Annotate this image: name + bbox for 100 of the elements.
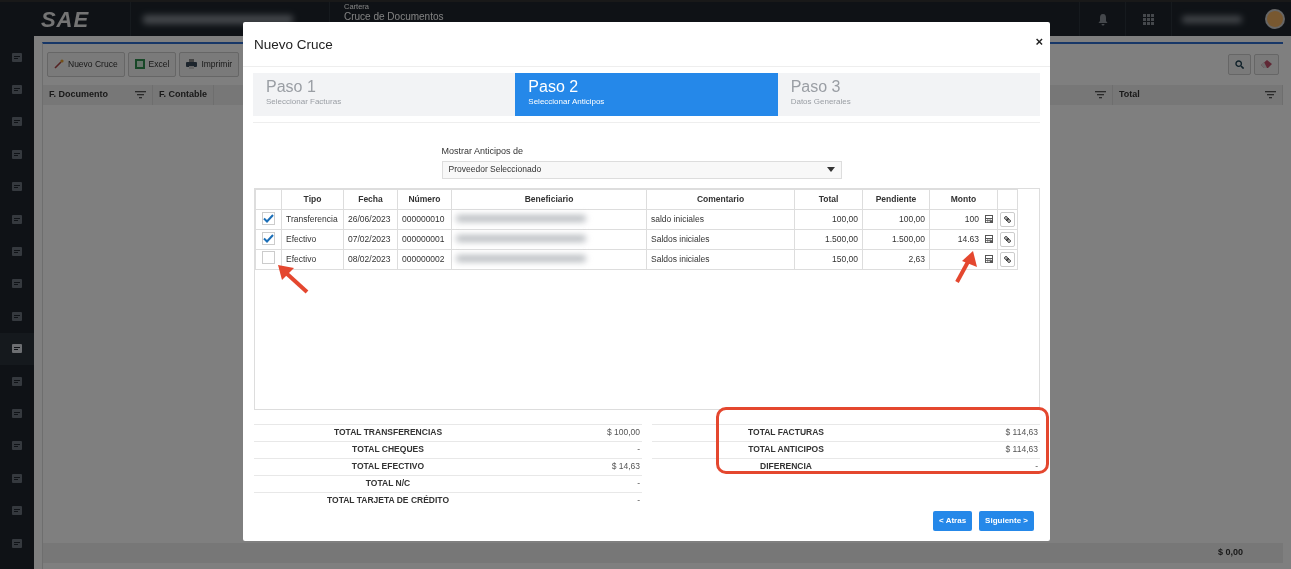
- wand-icon: [54, 59, 64, 70]
- table-cell: 1.500,00: [891, 233, 925, 244]
- link-icon: [1004, 255, 1011, 263]
- total-value: $ 14,63: [610, 460, 641, 473]
- table-cell: 000000002: [402, 253, 445, 264]
- column-header: Total: [818, 193, 839, 204]
- next-button[interactable]: Siguiente >: [979, 511, 1034, 531]
- list-icon[interactable]: [12, 473, 22, 483]
- search-icon: [1235, 59, 1244, 69]
- table-cell: 150,00: [832, 253, 858, 264]
- total-value: -: [636, 494, 641, 507]
- list-icon[interactable]: [12, 247, 22, 257]
- total-value: $ 114,63: [1004, 426, 1039, 439]
- toolbar-button[interactable]: Imprimir: [179, 52, 240, 77]
- list-icon[interactable]: [12, 506, 22, 516]
- table-cell: Saldos iniciales: [651, 233, 710, 244]
- filter-icon[interactable]: [135, 90, 146, 99]
- caret-icon: [826, 167, 835, 172]
- column-header: Pendiente: [875, 193, 917, 204]
- filter-icon[interactable]: [1265, 90, 1276, 99]
- redacted-text: [1182, 15, 1242, 23]
- grid-total: $ 0,00: [1217, 546, 1243, 560]
- list-icon[interactable]: [12, 376, 22, 386]
- list-icon[interactable]: [12, 311, 22, 321]
- column-header: Comentario: [696, 193, 745, 204]
- checkbox[interactable]: [262, 250, 275, 264]
- table-cell: 2,63: [908, 253, 925, 264]
- checkbox[interactable]: [262, 231, 275, 245]
- checkbox[interactable]: [262, 211, 275, 225]
- total-label: TOTAL ANTICIPOS: [747, 443, 825, 456]
- table-cell: 100,00: [899, 213, 925, 224]
- eraser-icon: [1261, 59, 1272, 69]
- table-cell: saldo iniciales: [651, 213, 704, 224]
- calculator-icon[interactable]: [985, 215, 993, 224]
- table-cell: Saldos iniciales: [651, 253, 710, 264]
- total-value: -: [636, 477, 641, 490]
- user-avatar[interactable]: [1265, 9, 1285, 29]
- total-value: $ 114,63: [1004, 443, 1039, 456]
- modal-title: Nuevo Cruce: [254, 36, 333, 54]
- column-header: Fecha: [358, 193, 383, 204]
- total-value: $ 100,00: [605, 426, 641, 439]
- app-logo: SAE: [40, 5, 90, 34]
- table-cell: 100,00: [832, 213, 858, 224]
- calculator-icon[interactable]: [985, 235, 993, 244]
- annotation-arrow: [954, 250, 980, 284]
- total-label: TOTAL TARJETA DE CRÉDITO: [326, 494, 450, 507]
- close-button[interactable]: ×: [1035, 35, 1043, 48]
- list-icon[interactable]: [12, 214, 22, 224]
- total-label: TOTAL TRANSFERENCIAS: [332, 426, 444, 439]
- amount-input[interactable]: 14.63: [957, 233, 979, 244]
- table-cell: 07/02/2023: [348, 233, 391, 244]
- dropdown-field[interactable]: Proveedor Seleccionado: [441, 160, 842, 179]
- column-header: F. Documento: [49, 88, 108, 101]
- filter-icon[interactable]: [1095, 90, 1106, 99]
- list-icon[interactable]: [12, 409, 22, 418]
- list-icon[interactable]: [12, 182, 22, 192]
- toolbar-button[interactable]: Nuevo Cruce: [47, 52, 125, 77]
- filter-label: Mostrar Anticipos de: [441, 145, 525, 158]
- column-header: F. Contable: [159, 88, 207, 101]
- toolbar-button[interactable]: Excel: [127, 52, 177, 77]
- step-tab[interactable]: Paso 2 Seleccionar Anticipos: [515, 73, 778, 116]
- link-button[interactable]: [1000, 211, 1015, 227]
- list-icon[interactable]: [12, 538, 22, 548]
- table-cell: Efectivo: [286, 253, 317, 264]
- printer-icon: [186, 59, 198, 70]
- table-cell: Efectivo: [286, 233, 317, 244]
- apps-grid-icon[interactable]: [1143, 13, 1154, 25]
- link-button[interactable]: [1000, 231, 1015, 247]
- list-icon[interactable]: [12, 85, 22, 95]
- total-label: TOTAL N/C: [364, 477, 412, 490]
- eraser-button[interactable]: [1254, 53, 1279, 75]
- spreadsheet-icon: [134, 59, 145, 70]
- annotation-arrow: [277, 264, 309, 294]
- list-icon[interactable]: [12, 279, 22, 289]
- total-label: TOTAL EFECTIVO: [350, 460, 426, 473]
- total-label: TOTAL FACTURAS: [747, 426, 825, 439]
- link-icon: [1004, 215, 1011, 223]
- list-icon[interactable]: [12, 149, 22, 159]
- amount-input[interactable]: 100: [964, 213, 979, 224]
- page-title: Cruce de Documentos: [344, 11, 444, 22]
- search-button[interactable]: [1228, 53, 1251, 75]
- notification-bell-icon[interactable]: [1096, 12, 1109, 26]
- table-cell: 26/06/2023: [348, 213, 391, 224]
- total-label: TOTAL CHEQUES: [351, 443, 425, 456]
- list-icon[interactable]: [12, 52, 22, 62]
- column-header: Beneficiario: [524, 193, 574, 204]
- list-icon[interactable]: [12, 344, 22, 354]
- table-cell: 1.500,00: [824, 233, 858, 244]
- calculator-icon[interactable]: [985, 255, 993, 264]
- link-icon: [1004, 235, 1011, 243]
- total-value: -: [636, 443, 641, 456]
- step-tab[interactable]: Paso 1 Seleccionar Facturas: [253, 73, 516, 116]
- table-cell: 000000010: [402, 213, 445, 224]
- back-button[interactable]: < Atras: [933, 511, 973, 531]
- table-cell: 000000001: [402, 233, 445, 244]
- table-cell: 08/02/2023: [348, 253, 391, 264]
- list-icon[interactable]: [12, 441, 22, 451]
- step-tab[interactable]: Paso 3 Datos Generales: [777, 73, 1040, 116]
- link-button[interactable]: [1000, 251, 1015, 267]
- list-icon[interactable]: [12, 117, 22, 127]
